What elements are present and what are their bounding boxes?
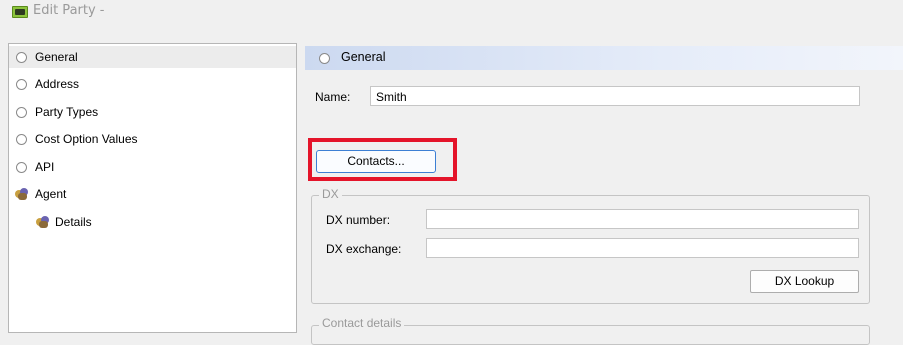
nav-item-general[interactable]: General (9, 46, 296, 68)
radio-circle-icon (319, 53, 330, 64)
nav-item-address[interactable]: Address (9, 73, 296, 95)
radio-circle-icon (16, 134, 27, 145)
nav-item-label: Address (35, 77, 80, 91)
title-bar: Edit Party - (0, 0, 903, 28)
dx-exchange-input[interactable] (426, 238, 859, 258)
nav-item-label: Party Types (35, 105, 99, 119)
contacts-button[interactable]: Contacts... (316, 150, 436, 173)
section-header: General (305, 46, 903, 70)
contact-details-legend: Contact details (319, 316, 405, 330)
nav-item-agent[interactable]: Agent (9, 183, 296, 205)
nav-item-label: Cost Option Values (35, 132, 138, 146)
nav-item-party-types[interactable]: Party Types (9, 101, 296, 123)
app-icon (12, 6, 28, 18)
agent-people-icon (35, 215, 51, 229)
section-title: General (341, 50, 386, 64)
window-title: Edit Party - (33, 3, 105, 18)
nav-item-agent-details[interactable]: Details (9, 211, 296, 233)
radio-circle-icon (16, 52, 27, 63)
nav-item-cost-option-values[interactable]: Cost Option Values (9, 128, 296, 150)
dx-number-input[interactable] (426, 209, 859, 229)
nav-item-label: Agent (35, 187, 67, 201)
radio-circle-icon (16, 107, 27, 118)
name-label: Name: (315, 90, 351, 104)
nav-item-label: API (35, 160, 55, 174)
radio-circle-icon (16, 79, 27, 90)
nav-item-label: General (35, 50, 78, 64)
radio-circle-icon (16, 162, 27, 173)
nav-item-label: Details (55, 215, 92, 229)
dx-lookup-button[interactable]: DX Lookup (750, 270, 859, 293)
nav-panel: General Address Party Types Cost Option … (8, 43, 297, 333)
name-input[interactable]: Smith (370, 86, 860, 106)
dx-exchange-label: DX exchange: (326, 242, 402, 256)
agent-people-icon (14, 187, 30, 201)
nav-item-api[interactable]: API (9, 156, 296, 178)
dx-number-label: DX number: (326, 213, 391, 227)
dx-group-legend: DX (319, 187, 342, 201)
